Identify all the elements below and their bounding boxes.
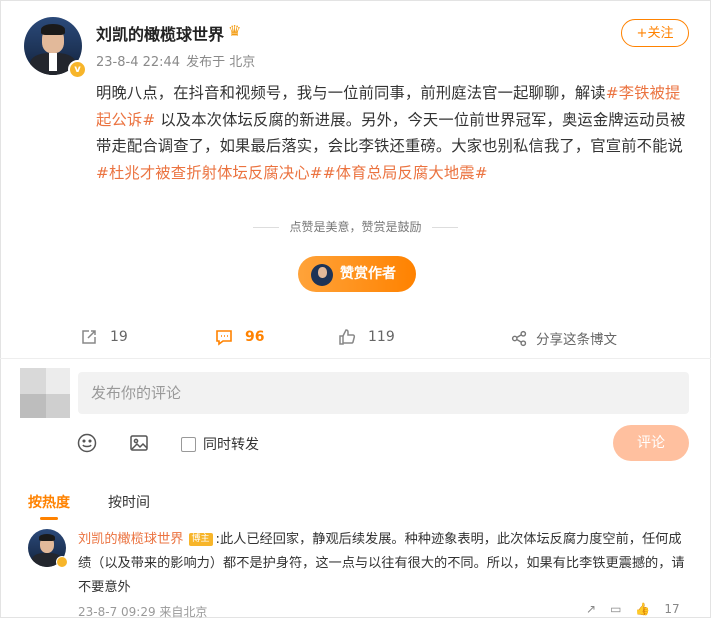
comment-text: 刘凯的橄榄球世界 博主:此人已经回家，静观后续发展。种种迹象表明，此次体坛反腐力度… xyxy=(78,528,690,600)
like-count: 119 xyxy=(368,329,395,345)
author-name[interactable]: 刘凯的橄榄球世界 xyxy=(96,21,224,45)
topic-link[interactable]: #体育总局反腐大地震# xyxy=(323,164,488,182)
post-text-part: 明晚八点，在抖音和视频号，我与一位前同事，前刑庭法官一起聊聊，解读 xyxy=(96,84,606,102)
author-badge: 博主 xyxy=(188,533,213,546)
reward-author-button[interactable]: 赞赏作者 xyxy=(298,256,416,292)
current-user-avatar xyxy=(20,368,70,418)
comment-like-icon[interactable]: 👍 xyxy=(635,602,650,616)
checkbox-box[interactable] xyxy=(181,436,196,452)
post-meta: 23-8-4 22:44 发布于 北京 xyxy=(96,51,255,70)
comment-button[interactable]: 96 xyxy=(215,328,264,346)
reward-hint-text: 点赞是美意，赞赏是鼓励 xyxy=(289,220,422,234)
divider xyxy=(0,358,711,359)
divider-line xyxy=(431,227,458,228)
comment-count: 96 xyxy=(245,329,265,345)
divider-line xyxy=(253,227,280,228)
comment-reply-icon[interactable]: ▭ xyxy=(610,602,621,616)
comment-like-count: 17 xyxy=(664,602,680,616)
post-text: 明晚八点，在抖音和视频号，我与一位前同事，前刑庭法官一起聊聊，解读#李铁被提起公… xyxy=(96,80,692,186)
comment-repost-icon[interactable]: ↗ xyxy=(586,602,596,616)
tab-sort-time[interactable]: 按时间 xyxy=(108,492,150,512)
emoji-icon[interactable] xyxy=(77,433,97,453)
post-text-part: 以及本次体坛反腐的新进展。另外，今天一位前世界冠军，奥运金牌运动员被带走配合调查… xyxy=(96,110,686,156)
submit-comment-button[interactable]: 评论 xyxy=(613,425,689,461)
share-label: 分享这条博文 xyxy=(536,332,617,348)
like-button[interactable]: 119 xyxy=(338,328,395,346)
post-location: 发布于 北京 xyxy=(186,55,256,70)
comment-meta: 23-8-7 09:29 来自北京 xyxy=(78,605,208,619)
comment-input[interactable] xyxy=(78,372,689,414)
share-post-button[interactable]: 分享这条博文 xyxy=(511,328,617,348)
reward-avatar xyxy=(311,264,333,286)
verified-badge-icon xyxy=(56,556,68,568)
repost-count: 19 xyxy=(110,329,128,345)
repost-button[interactable]: 19 xyxy=(80,328,128,346)
repost-icon xyxy=(82,330,96,344)
thumbs-up-icon xyxy=(339,329,356,345)
image-icon[interactable] xyxy=(129,433,149,453)
repost-checkbox[interactable]: 同时转发 xyxy=(181,434,259,454)
post-time[interactable]: 23-8-4 22:44 xyxy=(96,55,180,70)
verified-badge-icon: v xyxy=(68,60,87,79)
commenter-name[interactable]: 刘凯的橄榄球世界 xyxy=(78,532,184,547)
reward-label: 赞赏作者 xyxy=(340,266,396,282)
crown-icon: ♛ xyxy=(228,22,242,40)
share-icon xyxy=(511,330,527,346)
repost-checkbox-label: 同时转发 xyxy=(203,437,259,453)
tab-sort-hot[interactable]: 按热度 xyxy=(28,492,70,520)
topic-link[interactable]: #杜兆才被查折射体坛反腐决心# xyxy=(96,164,323,182)
comment-icon xyxy=(216,330,232,346)
follow-button[interactable]: +关注 xyxy=(621,19,689,47)
reward-hint: 点赞是美意，赞赏是鼓励 xyxy=(0,218,711,235)
comment-actions: ↗ ▭ 👍 17 xyxy=(586,602,694,616)
